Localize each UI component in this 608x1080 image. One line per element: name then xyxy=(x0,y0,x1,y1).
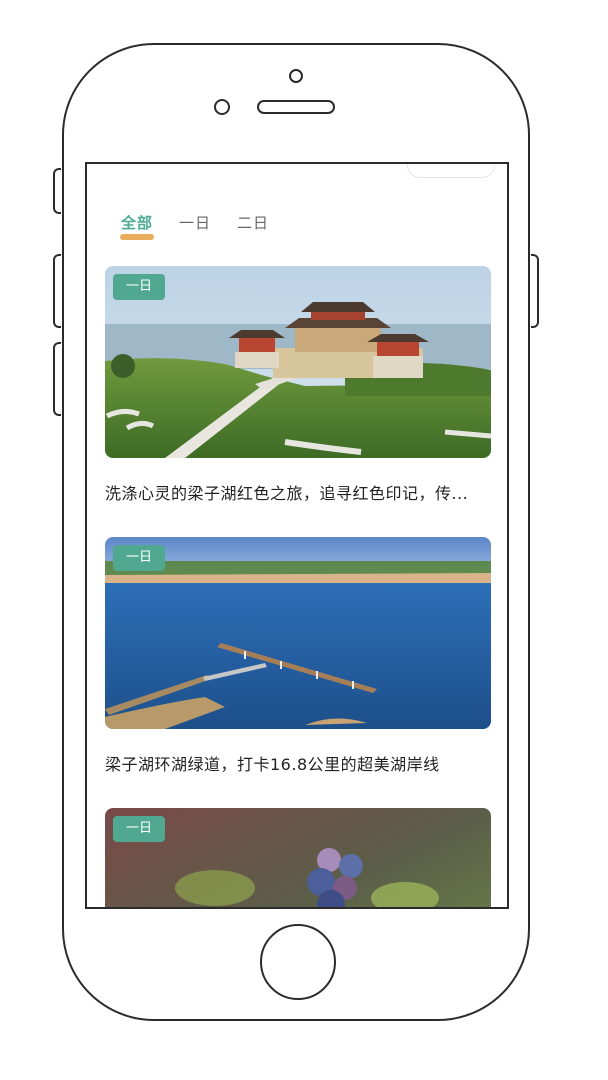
mute-switch xyxy=(53,168,61,214)
trip-card[interactable]: 一日 xyxy=(105,808,491,907)
earpiece-speaker xyxy=(257,100,335,114)
volume-down-button xyxy=(53,342,61,416)
duration-badge: 一日 xyxy=(113,545,165,571)
trip-card-image: 一日 xyxy=(105,808,491,907)
tab-bar: 全部 一日 二日 xyxy=(119,212,269,240)
duration-badge: 一日 xyxy=(113,274,165,300)
trip-card[interactable]: 一日 梁子湖环湖绿道，打卡16.8公里的超美湖岸线 xyxy=(105,537,491,775)
trip-card-image: 一日 xyxy=(105,266,491,458)
power-button xyxy=(531,254,539,328)
volume-up-button xyxy=(53,254,61,328)
tab-all[interactable]: 全部 xyxy=(119,212,155,240)
tab-one-day[interactable]: 一日 xyxy=(179,212,211,233)
app-screen: 全部 一日 二日 一日 洗涤心灵的梁子湖红色之旅，追寻红色印记，传... 一日 … xyxy=(85,162,509,909)
proximity-sensor xyxy=(214,99,230,115)
duration-badge: 一日 xyxy=(113,816,165,842)
trip-card-title: 梁子湖环湖绿道，打卡16.8公里的超美湖岸线 xyxy=(105,755,440,774)
tab-two-day[interactable]: 二日 xyxy=(237,212,269,233)
home-button[interactable] xyxy=(260,924,336,1000)
trip-card[interactable]: 一日 洗涤心灵的梁子湖红色之旅，追寻红色印记，传... xyxy=(105,266,491,504)
top-capsule xyxy=(407,164,495,178)
trip-card-title: 洗涤心灵的梁子湖红色之旅，追寻红色印记，传... xyxy=(105,484,469,503)
trip-card-image: 一日 xyxy=(105,537,491,729)
front-camera xyxy=(289,69,303,83)
